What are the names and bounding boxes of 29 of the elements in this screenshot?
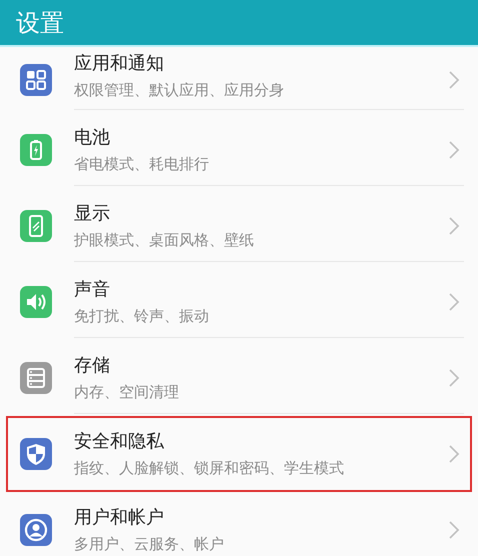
settings-item[interactable]: 声音 免打扰、铃声、振动 — [6, 264, 472, 340]
settings-item[interactable]: 显示 护眼模式、桌面风格、壁纸 — [6, 188, 472, 264]
chevron-icon — [448, 444, 460, 464]
item-title: 声音 — [74, 278, 110, 301]
item-subtitle: 护眼模式、桌面风格、壁纸 — [74, 231, 254, 250]
item-subtitle: 省电模式、耗电排行 — [74, 155, 209, 174]
chevron-icon — [448, 70, 460, 90]
page-title: 设置 — [16, 8, 64, 38]
chevron-icon — [448, 520, 460, 540]
item-subtitle: 免打扰、铃声、振动 — [74, 307, 209, 326]
chevron-icon — [448, 216, 460, 236]
item-title: 显示 — [74, 202, 110, 225]
item-subtitle: 多用户、云服务、帐户 — [74, 535, 224, 554]
item-title: 用户和帐户 — [74, 506, 164, 529]
item-title: 应用和通知 — [74, 52, 164, 75]
item-title: 安全和隐私 — [74, 430, 164, 453]
settings-item[interactable]: 存储 内存、空间清理 — [6, 340, 472, 416]
item-subtitle: 内存、空间清理 — [74, 383, 179, 402]
item-title: 电池 — [74, 126, 110, 149]
chevron-icon — [448, 140, 460, 160]
item-subtitle: 权限管理、默认应用、应用分身 — [74, 81, 284, 100]
chevron-icon — [448, 292, 460, 312]
chevron-icon — [448, 368, 460, 388]
settings-item[interactable]: 用户和帐户 多用户、云服务、帐户 — [6, 492, 472, 556]
settings-item[interactable]: 安全和隐私 指纹、人脸解锁、锁屏和密码、学生模式 — [6, 416, 472, 492]
settings-item[interactable]: 电池 省电模式、耗电排行 — [6, 112, 472, 188]
item-title: 存储 — [74, 354, 110, 377]
item-subtitle: 指纹、人脸解锁、锁屏和密码、学生模式 — [74, 459, 344, 478]
settings-item[interactable]: 应用和通知 权限管理、默认应用、应用分身 — [6, 47, 472, 112]
